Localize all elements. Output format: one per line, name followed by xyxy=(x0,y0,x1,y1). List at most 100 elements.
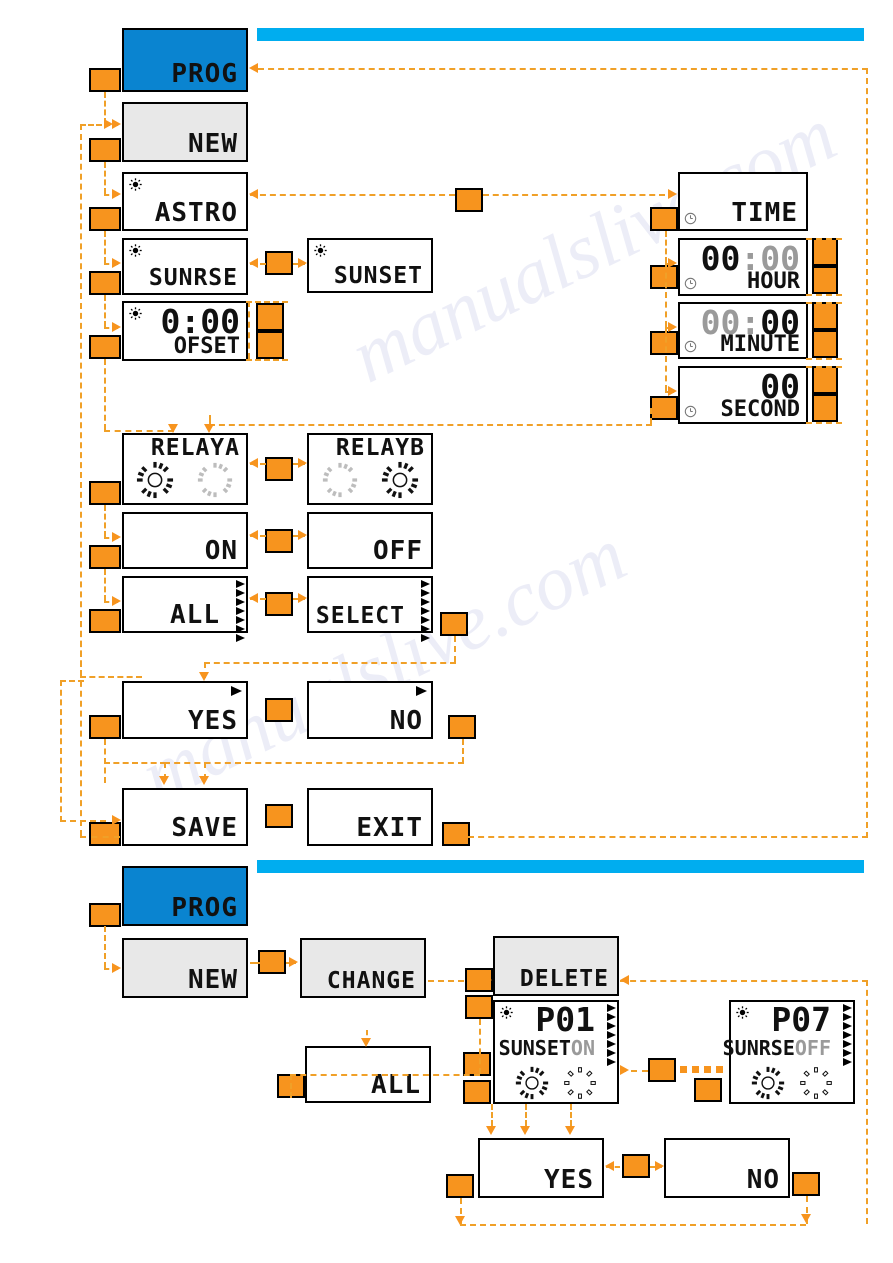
screen-hour[interactable]: 00:00 HOUR xyxy=(678,238,808,296)
connector xyxy=(428,980,464,982)
button-hour-decr[interactable] xyxy=(812,266,838,294)
screen-yes-1[interactable]: YES xyxy=(122,681,248,739)
button-all-select-toggle[interactable] xyxy=(265,592,293,616)
sun-icon xyxy=(129,178,142,191)
screen-program-p01[interactable]: P01 SUNSETON xyxy=(493,1000,619,1104)
button-yes-1-down[interactable] xyxy=(89,715,121,739)
screen-change[interactable]: CHANGE xyxy=(300,938,426,998)
button-minute-up[interactable] xyxy=(812,302,838,330)
button-hour-down[interactable] xyxy=(650,265,678,289)
screen-relay-b[interactable]: RELAYB xyxy=(307,433,433,505)
arrow xyxy=(361,1038,371,1047)
button-all-down[interactable] xyxy=(89,609,121,633)
button-yes-no-toggle-1[interactable] xyxy=(265,698,293,722)
button-offset-down[interactable] xyxy=(89,335,121,359)
screen-yes-2[interactable]: YES xyxy=(478,1138,604,1198)
button-astro-down[interactable] xyxy=(89,207,121,231)
button-select-confirm[interactable] xyxy=(440,612,468,636)
arrow xyxy=(199,776,209,785)
screen-save[interactable]: SAVE xyxy=(122,788,248,846)
button-all-2-next[interactable] xyxy=(463,1052,491,1076)
connector xyxy=(650,408,652,424)
screen-second[interactable]: 00 SECOND xyxy=(678,366,808,424)
button-new-1-down[interactable] xyxy=(89,138,121,162)
screen-no-2[interactable]: NO xyxy=(664,1138,790,1198)
button-time-down[interactable] xyxy=(650,207,678,231)
arrow xyxy=(249,530,258,540)
screen-label: ASTRO xyxy=(154,198,238,228)
button-second-up[interactable] xyxy=(812,366,838,394)
screen-new-1[interactable]: NEW xyxy=(122,102,248,162)
button-no-1-down[interactable] xyxy=(448,715,476,739)
screen-all-1[interactable]: ALL xyxy=(122,576,248,642)
connector xyxy=(104,739,106,783)
button-save-exit-toggle[interactable] xyxy=(265,804,293,828)
program-id: P07 xyxy=(771,1000,831,1039)
screen-on[interactable]: ON xyxy=(122,512,248,569)
button-relay-a-down[interactable] xyxy=(89,481,121,505)
arrow xyxy=(112,532,121,542)
screen-offset[interactable]: 0:00 OFSET xyxy=(122,301,248,361)
button-yes-no-toggle-2[interactable] xyxy=(622,1154,650,1178)
triangle-marker-icon xyxy=(843,1004,852,1066)
screen-select[interactable]: SELECT xyxy=(307,576,433,642)
arrow xyxy=(112,596,121,606)
screen-delete[interactable]: DELETE xyxy=(493,936,619,996)
button-delete-enter[interactable] xyxy=(465,995,493,1019)
sun-icon xyxy=(314,244,327,257)
screen-program-p07[interactable]: P07 SUNRSEOFF xyxy=(723,1000,855,1104)
button-no-2-down[interactable] xyxy=(792,1172,820,1196)
button-offset-up[interactable] xyxy=(256,303,284,331)
button-minute-decr[interactable] xyxy=(812,330,838,358)
button-program-confirm[interactable] xyxy=(694,1078,722,1102)
screen-astro[interactable]: ASTRO xyxy=(122,172,248,231)
screen-new-2[interactable]: NEW xyxy=(122,938,248,998)
screen-prog-1[interactable]: PROG xyxy=(122,28,248,92)
minute-label: MINUTE xyxy=(720,332,800,357)
dial-active-icon xyxy=(136,461,174,499)
button-program-next[interactable] xyxy=(648,1058,676,1082)
button-all-2-confirm[interactable] xyxy=(463,1080,491,1104)
clock-icon xyxy=(684,405,697,418)
button-on-off-toggle[interactable] xyxy=(265,529,293,553)
button-new-change-toggle[interactable] xyxy=(258,950,286,974)
screen-time[interactable]: TIME xyxy=(678,172,808,231)
button-hour-up[interactable] xyxy=(812,238,838,266)
button-prog-2-down[interactable] xyxy=(89,903,121,927)
arrow xyxy=(112,815,121,825)
program-mode: SUNRSEOFF xyxy=(722,1036,831,1060)
screen-exit[interactable]: EXIT xyxy=(307,788,433,846)
button-minute-down[interactable] xyxy=(650,331,678,355)
arrow xyxy=(112,963,121,973)
arrow xyxy=(668,258,677,268)
connector xyxy=(479,1019,481,1074)
button-sunrise-down[interactable] xyxy=(89,271,121,295)
button-exit-confirm[interactable] xyxy=(442,822,470,846)
triangle-marker-icon xyxy=(416,686,427,696)
button-yes-2-down[interactable] xyxy=(446,1174,474,1198)
button-astro-to-time[interactable] xyxy=(455,188,483,212)
button-second-down[interactable] xyxy=(650,396,678,420)
screen-label: RELAYB xyxy=(335,435,425,461)
connector xyxy=(483,194,665,196)
button-prog-1-down[interactable] xyxy=(89,68,121,92)
screen-label: OFF xyxy=(373,536,423,566)
screen-sunrise[interactable]: SUNRSE xyxy=(122,238,248,295)
button-sunset-toggle[interactable] xyxy=(265,251,293,275)
button-second-decr[interactable] xyxy=(812,394,838,422)
button-offset-decr[interactable] xyxy=(256,331,284,359)
screen-relay-a[interactable]: RELAYA xyxy=(122,433,248,505)
offset-label: OFSET xyxy=(173,334,240,359)
sun-icon xyxy=(500,1006,513,1019)
screen-prog-2[interactable]: PROG xyxy=(122,866,248,926)
button-on-down[interactable] xyxy=(89,545,121,569)
connector xyxy=(104,926,106,968)
screen-sunset[interactable]: SUNSET xyxy=(307,238,433,293)
screen-minute[interactable]: 00:00 MINUTE xyxy=(678,302,808,359)
screen-no-1[interactable]: NO xyxy=(307,681,433,739)
connector xyxy=(80,836,120,838)
button-save-down[interactable] xyxy=(89,822,121,846)
screen-off[interactable]: OFF xyxy=(307,512,433,569)
triangle-marker-icon xyxy=(421,580,430,642)
button-relay-toggle[interactable] xyxy=(265,457,293,481)
